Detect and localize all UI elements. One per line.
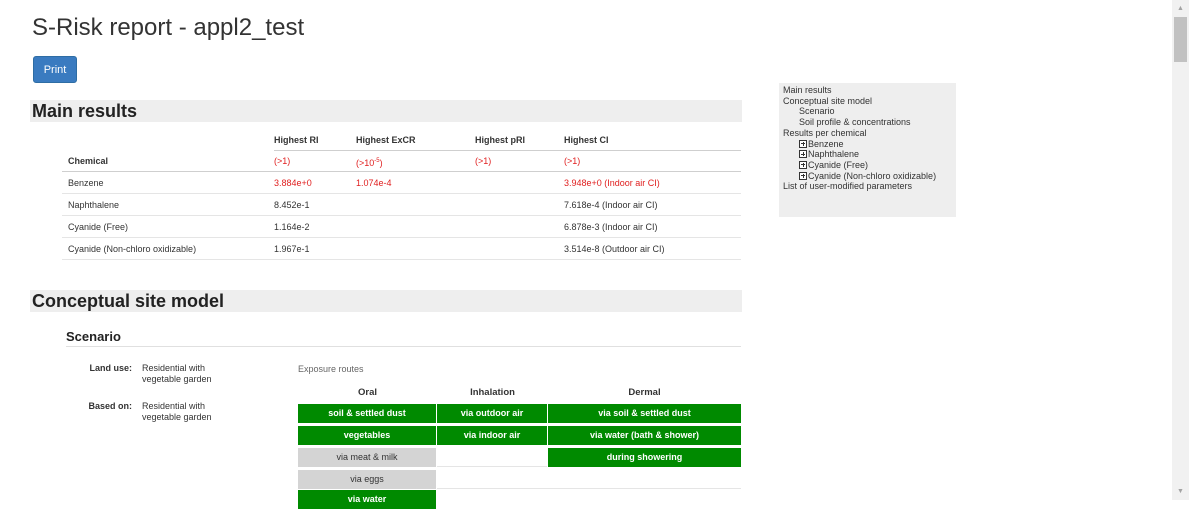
scroll-down-arrow-icon[interactable]: ▼	[1172, 483, 1189, 500]
col-header-highest-pri: Highest pRI	[475, 135, 526, 145]
value-ri: 1.164e-2	[274, 222, 310, 232]
table-row: Benzene 3.884e+0 1.074e-4 3.948e+0 (Indo…	[62, 172, 741, 194]
col-header-highest-ri: Highest RI	[274, 135, 319, 145]
chemical-name: Cyanide (Non-chloro oxidizable)	[68, 244, 197, 254]
route-header-oral: Oral	[357, 387, 377, 398]
route-inhalation-outdoor-air: via outdoor air	[437, 404, 547, 423]
col-header-highest-ci: Highest CI	[564, 135, 609, 145]
route-dermal-soil-dust: via soil & settled dust	[548, 404, 741, 423]
row-header-chemical: Chemical	[68, 156, 109, 166]
expand-plus-icon[interactable]	[799, 171, 807, 180]
vertical-scrollbar[interactable]: ▲ ▼	[1172, 0, 1189, 500]
main-results-section-header: Main results	[30, 100, 742, 122]
toc-link-conceptual-site-model[interactable]: Conceptual site model	[783, 96, 956, 107]
chemical-name: Naphthalene	[68, 200, 120, 210]
based-on-label: Based on:	[88, 401, 132, 411]
toc-link-soil-profile[interactable]: Soil profile & concentrations	[783, 117, 956, 128]
toc-link-naphthalene[interactable]: Naphthalene	[783, 149, 956, 160]
page-title: S-Risk report - appl2_test	[32, 14, 305, 41]
route-oral-vegetables: vegetables	[298, 426, 436, 445]
toc-link-benzene[interactable]: Benzene	[783, 139, 956, 150]
based-on-value: Residential with vegetable garden	[142, 401, 212, 422]
value-ri: 3.884e+0	[274, 178, 312, 188]
value-ci: 3.948e+0 (Indoor air CI)	[564, 178, 660, 188]
toc-link-cyanide-free[interactable]: Cyanide (Free)	[783, 160, 956, 171]
expand-plus-icon[interactable]	[799, 160, 807, 169]
toc-link-user-modified-parameters[interactable]: List of user-modified parameters	[783, 181, 956, 192]
table-header-row: Highest RI Highest ExCR Highest pRI High…	[62, 131, 741, 150]
main-results-heading: Main results	[32, 101, 138, 121]
table-row: Cyanide (Non-chloro oxidizable) 1.967e-1…	[62, 238, 741, 260]
conceptual-site-model-section-header: Conceptual site model	[30, 290, 742, 312]
route-oral-soil-dust: soil & settled dust	[298, 404, 436, 423]
toc-link-results-per-chemical[interactable]: Results per chemical	[783, 128, 956, 139]
toc-link-cyanide-non-chloro[interactable]: Cyanide (Non-chloro oxidizable)	[783, 171, 956, 182]
route-dermal-showering: during showering	[548, 448, 741, 467]
main-results-table: Highest RI Highest ExCR Highest pRI High…	[62, 131, 741, 260]
route-oral-eggs: via eggs	[298, 470, 436, 489]
value-excr: 1.074e-4	[356, 178, 392, 188]
expand-plus-icon[interactable]	[799, 139, 807, 148]
table-of-contents: Main results Conceptual site model Scena…	[779, 83, 956, 217]
chemical-name: Benzene	[68, 178, 104, 188]
value-ri: 1.967e-1	[274, 244, 310, 254]
route-dermal-water: via water (bath & shower)	[548, 426, 741, 445]
threshold-excr: (>10-5)	[356, 158, 383, 168]
col-header-highest-excr: Highest ExCR	[356, 135, 416, 145]
threshold-ri: (>1)	[274, 156, 291, 166]
table-row: Cyanide (Free) 1.164e-2 6.878e-3 (Indoor…	[62, 216, 741, 238]
scenario-heading: Scenario	[66, 329, 121, 344]
route-inhalation-indoor-air: via indoor air	[437, 426, 547, 445]
scroll-thumb[interactable]	[1174, 17, 1187, 62]
land-use-field: Land use: Residential with vegetable gar…	[62, 363, 262, 387]
land-use-value: Residential with vegetable garden	[142, 363, 212, 384]
toc-link-main-results[interactable]: Main results	[783, 85, 956, 96]
value-ci: 6.878e-3 (Indoor air CI)	[564, 222, 658, 232]
land-use-label: Land use:	[89, 363, 132, 373]
exposure-routes-caption: Exposure routes	[298, 364, 364, 374]
threshold-pri: (>1)	[475, 156, 492, 166]
conceptual-site-model-heading: Conceptual site model	[32, 291, 225, 311]
threshold-ci: (>1)	[564, 156, 581, 166]
toc-link-scenario[interactable]: Scenario	[783, 106, 956, 117]
threshold-row: Chemical (>1) (>10-5) (>1) (>1)	[62, 150, 741, 172]
scroll-up-arrow-icon[interactable]: ▲	[1172, 0, 1189, 17]
print-button[interactable]: Print	[33, 56, 77, 83]
value-ci: 3.514e-8 (Outdoor air CI)	[564, 244, 665, 254]
value-ri: 8.452e-1	[274, 200, 310, 210]
route-oral-meat-milk: via meat & milk	[298, 448, 436, 467]
expand-plus-icon[interactable]	[799, 150, 807, 159]
route-header-dermal: Dermal	[628, 387, 661, 398]
chemical-name: Cyanide (Free)	[68, 222, 129, 232]
table-row: Naphthalene 8.452e-1 7.618e-4 (Indoor ai…	[62, 194, 741, 216]
route-header-inhalation: Inhalation	[470, 387, 515, 398]
based-on-field: Based on: Residential with vegetable gar…	[62, 401, 262, 425]
value-ci: 7.618e-4 (Indoor air CI)	[564, 200, 658, 210]
